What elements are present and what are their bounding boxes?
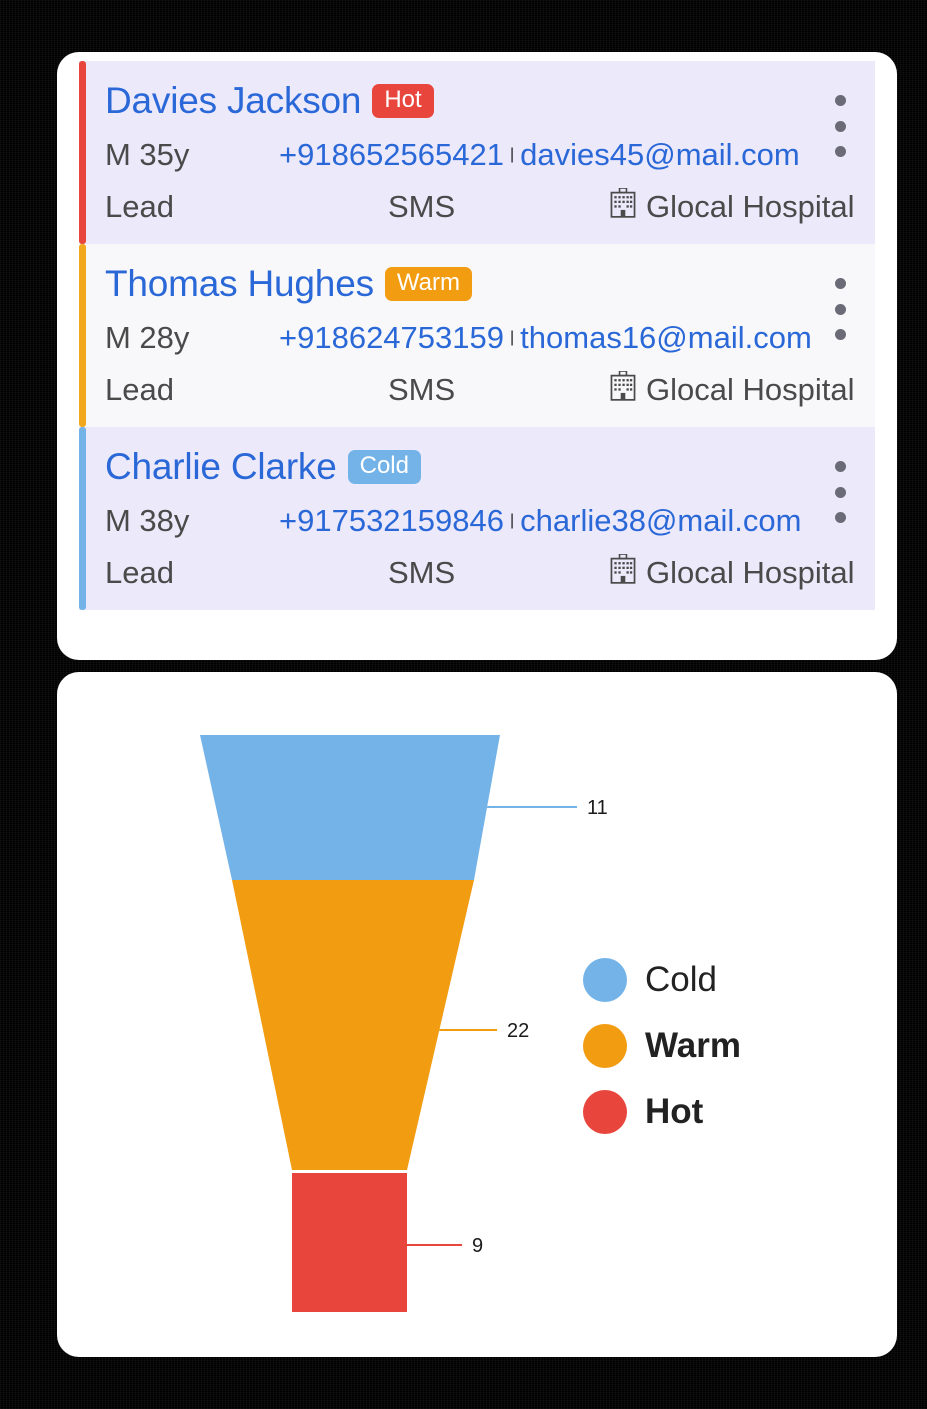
lead-status-accent-bar [79,244,86,427]
lead-gender-age: M 35y [105,136,190,172]
lead-hospital: Glocal Hospital [609,552,855,592]
status-badge: Hot [372,83,434,118]
legend-item-warm[interactable]: Warm [583,1024,741,1068]
legend-label-hot: Hot [645,1092,704,1131]
lead-meta-row: Lead SMS Glocal Hospital [105,181,857,233]
funnel-segment-cold[interactable] [200,735,500,880]
lead-channel: SMS [388,188,456,224]
hospital-icon [609,552,637,592]
lead-phone[interactable]: +917532159846 [279,503,504,539]
lead-card[interactable]: Thomas Hughes Warm M 28y +918624753159 |… [79,244,875,427]
contact-separator: | [510,145,515,163]
contact-separator: | [510,328,515,346]
funnel-value-label-warm: 22 [507,1020,529,1042]
hospital-icon [609,186,637,226]
lead-card[interactable]: Davies Jackson Hot M 35y +918652565421 |… [79,61,875,244]
legend-swatch-cold [583,958,627,1002]
lead-header-row: Charlie Clarke Cold [105,439,857,495]
legend-swatch-warm [583,1024,627,1068]
lead-name[interactable]: Davies Jackson [105,80,362,122]
funnel-value-label-cold: 11 [587,797,608,819]
lead-contact-row: M 35y +918652565421 | davies45@mail.com [105,129,857,181]
lead-header-row: Davies Jackson Hot [105,73,857,129]
contact-separator: | [510,511,515,529]
lead-name[interactable]: Charlie Clarke [105,446,337,488]
lead-hospital: Glocal Hospital [609,186,855,226]
hospital-name: Glocal Hospital [646,188,855,224]
funnel-chart: 11 22 9 [200,735,608,1312]
lead-email[interactable]: thomas16@mail.com [520,320,812,356]
lead-name[interactable]: Thomas Hughes [105,263,374,305]
lead-gender-age: M 28y [105,319,190,355]
lead-channel: SMS [388,554,456,590]
lead-status-accent-bar [79,61,86,244]
kebab-menu-icon[interactable] [827,461,853,523]
lead-card[interactable]: Charlie Clarke Cold M 38y +917532159846 … [79,427,875,610]
status-badge: Cold [347,449,421,484]
lead-contact-row: M 38y +917532159846 | charlie38@mail.com [105,495,857,547]
funnel-chart-panel: 11 22 9 [57,672,897,1357]
lead-phone[interactable]: +918652565421 [279,137,504,173]
funnel-legend: Cold Warm Hot [583,958,741,1134]
legend-swatch-hot [583,1090,627,1134]
hospital-name: Glocal Hospital [646,371,855,407]
lead-gender-age: M 38y [105,502,190,538]
lead-header-row: Thomas Hughes Warm [105,256,857,312]
kebab-menu-icon[interactable] [827,278,853,340]
lead-contact-row: M 28y +918624753159 | thomas16@mail.com [105,312,857,364]
funnel-segment-warm[interactable] [232,880,474,1170]
legend-label-warm: Warm [645,1026,741,1065]
hospital-icon [609,369,637,409]
lead-email[interactable]: davies45@mail.com [520,137,800,173]
lead-meta-row: Lead SMS Glocal Hospital [105,364,857,416]
funnel-segment-hot[interactable] [292,1173,407,1312]
lead-meta-row: Lead SMS Glocal Hospital [105,547,857,599]
lead-channel: SMS [388,371,456,407]
funnel-value-label-hot: 9 [472,1235,483,1257]
legend-label-cold: Cold [645,960,717,999]
hospital-name: Glocal Hospital [646,554,855,590]
lead-hospital: Glocal Hospital [609,369,855,409]
status-badge: Warm [384,266,472,301]
lead-phone[interactable]: +918624753159 [279,320,504,356]
kebab-menu-icon[interactable] [827,95,853,157]
lead-status-accent-bar [79,427,86,610]
lead-stage: Lead [105,371,174,407]
lead-stage: Lead [105,554,174,590]
lead-stage: Lead [105,188,174,224]
legend-item-cold[interactable]: Cold [583,958,741,1002]
leads-panel: Davies Jackson Hot M 35y +918652565421 |… [57,52,897,660]
lead-email[interactable]: charlie38@mail.com [520,503,801,539]
legend-item-hot[interactable]: Hot [583,1090,741,1134]
